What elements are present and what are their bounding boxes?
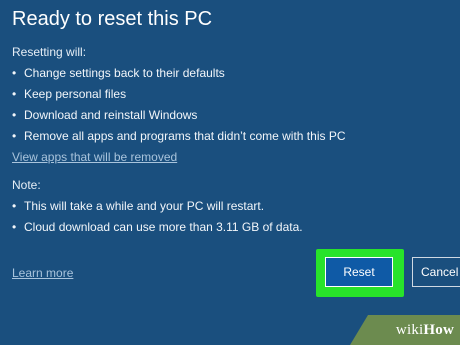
bullet-icon: • xyxy=(12,220,17,234)
wikihow-logo: wikiHow xyxy=(396,322,454,339)
list-item-text: Cloud download can use more than 3.11 GB… xyxy=(24,220,303,234)
list-item-text: Remove all apps and programs that didn’t… xyxy=(24,129,346,143)
resetting-items-list: • Change settings back to their defaults … xyxy=(12,63,346,147)
list-item: • This will take a while and your PC will… xyxy=(12,196,303,217)
list-item-text: Change settings back to their defaults xyxy=(24,66,225,80)
list-item: • Download and reinstall Windows xyxy=(12,105,346,126)
bullet-icon: • xyxy=(12,199,17,213)
list-item-text: Keep personal files xyxy=(24,87,127,101)
note-items-list: • This will take a while and your PC will… xyxy=(12,196,303,238)
wikihow-logo-suffix: How xyxy=(423,322,454,338)
note-label: Note: xyxy=(12,178,41,192)
dialog-title: Ready to reset this PC xyxy=(12,8,213,30)
bullet-icon: • xyxy=(12,108,17,122)
wikihow-logo-prefix: wiki xyxy=(395,322,424,338)
list-item: • Cloud download can use more than 3.11 G… xyxy=(12,217,303,238)
list-item: • Change settings back to their defaults xyxy=(12,63,346,84)
list-item: • Remove all apps and programs that didn’… xyxy=(12,126,346,147)
bullet-icon: • xyxy=(12,129,17,143)
list-item: • Keep personal files xyxy=(12,84,346,105)
reset-button[interactable]: Reset xyxy=(325,257,393,287)
resetting-will-label: Resetting will: xyxy=(12,45,87,59)
learn-more-link[interactable]: Learn more xyxy=(12,266,73,280)
cancel-button[interactable]: Cancel xyxy=(412,257,460,287)
view-apps-link[interactable]: View apps that will be removed xyxy=(12,150,177,164)
bullet-icon: • xyxy=(12,87,17,101)
list-item-text: This will take a while and your PC will … xyxy=(24,199,265,213)
list-item-text: Download and reinstall Windows xyxy=(24,108,198,122)
bullet-icon: • xyxy=(12,66,17,80)
